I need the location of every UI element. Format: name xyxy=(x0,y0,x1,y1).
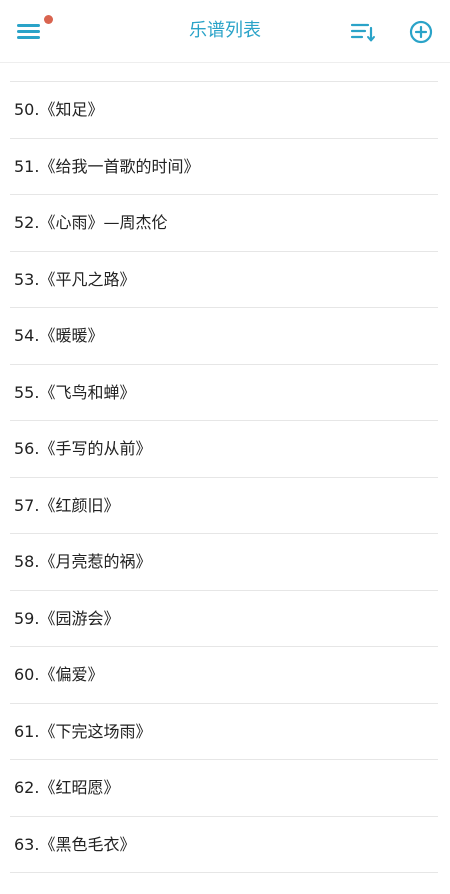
song-title: 63.《黑色毛衣》 xyxy=(14,834,136,854)
list-item[interactable]: 57.《红颜旧》 xyxy=(10,478,438,534)
song-title: 56.《手写的从前》 xyxy=(14,439,152,458)
song-title: 50.《知足》 xyxy=(14,100,104,119)
list-item[interactable]: 59.《园游会》 xyxy=(10,591,438,647)
hamburger-menu-icon xyxy=(17,24,40,27)
list-item[interactable]: 50.《知足》 xyxy=(10,82,438,139)
list-item[interactable]: 53.《平凡之路》 xyxy=(10,252,438,308)
app-screen: 乐谱列表 50.《知足》 51.《给我一首歌的时间》 52.《心雨》—周杰伦 5… xyxy=(0,0,450,894)
list-item[interactable]: 54.《暖暖》 xyxy=(10,308,438,365)
hamburger-menu-icon-bar xyxy=(17,36,40,39)
song-title: 53.《平凡之路》 xyxy=(14,269,136,289)
add-button[interactable] xyxy=(404,15,438,49)
song-title: 55.《飞鸟和蝉》 xyxy=(14,382,136,402)
menu-button[interactable] xyxy=(12,16,46,46)
list-item[interactable]: 55.《飞鸟和蝉》 xyxy=(10,365,438,421)
song-title: 51.《给我一首歌的时间》 xyxy=(14,156,200,176)
song-title: 62.《红昭愿》 xyxy=(14,778,120,797)
list-item[interactable]: 52.《心雨》—周杰伦 xyxy=(10,195,438,252)
song-list: 50.《知足》 51.《给我一首歌的时间》 52.《心雨》—周杰伦 53.《平凡… xyxy=(0,82,450,873)
song-title: 59.《园游会》 xyxy=(14,608,120,628)
song-title: 61.《下完这场雨》 xyxy=(14,721,152,741)
page-title: 乐谱列表 xyxy=(189,20,261,41)
list-item[interactable]: 61.《下完这场雨》 xyxy=(10,704,438,760)
list-item[interactable]: 62.《红昭愿》 xyxy=(10,760,438,817)
song-title: 52.《心雨》—周杰伦 xyxy=(14,213,168,232)
list-item[interactable]: 60.《偏爱》 xyxy=(10,647,438,704)
list-item[interactable]: 51.《给我一首歌的时间》 xyxy=(10,139,438,195)
sort-list-icon xyxy=(350,23,375,42)
song-title: 58.《月亮惹的祸》 xyxy=(14,552,152,571)
sort-button[interactable] xyxy=(346,16,378,48)
hamburger-menu-icon-bar xyxy=(17,30,40,33)
song-title: 57.《红颜旧》 xyxy=(14,495,120,515)
list-item[interactable]: 63.《黑色毛衣》 xyxy=(10,817,438,873)
top-app-bar: 乐谱列表 xyxy=(0,0,450,63)
list-item[interactable]: 58.《月亮惹的祸》 xyxy=(10,534,438,591)
song-title: 54.《暖暖》 xyxy=(14,326,104,345)
song-title: 60.《偏爱》 xyxy=(14,665,104,684)
add-circle-icon xyxy=(409,20,433,44)
notification-dot xyxy=(44,15,53,24)
list-item[interactable]: 56.《手写的从前》 xyxy=(10,421,438,478)
